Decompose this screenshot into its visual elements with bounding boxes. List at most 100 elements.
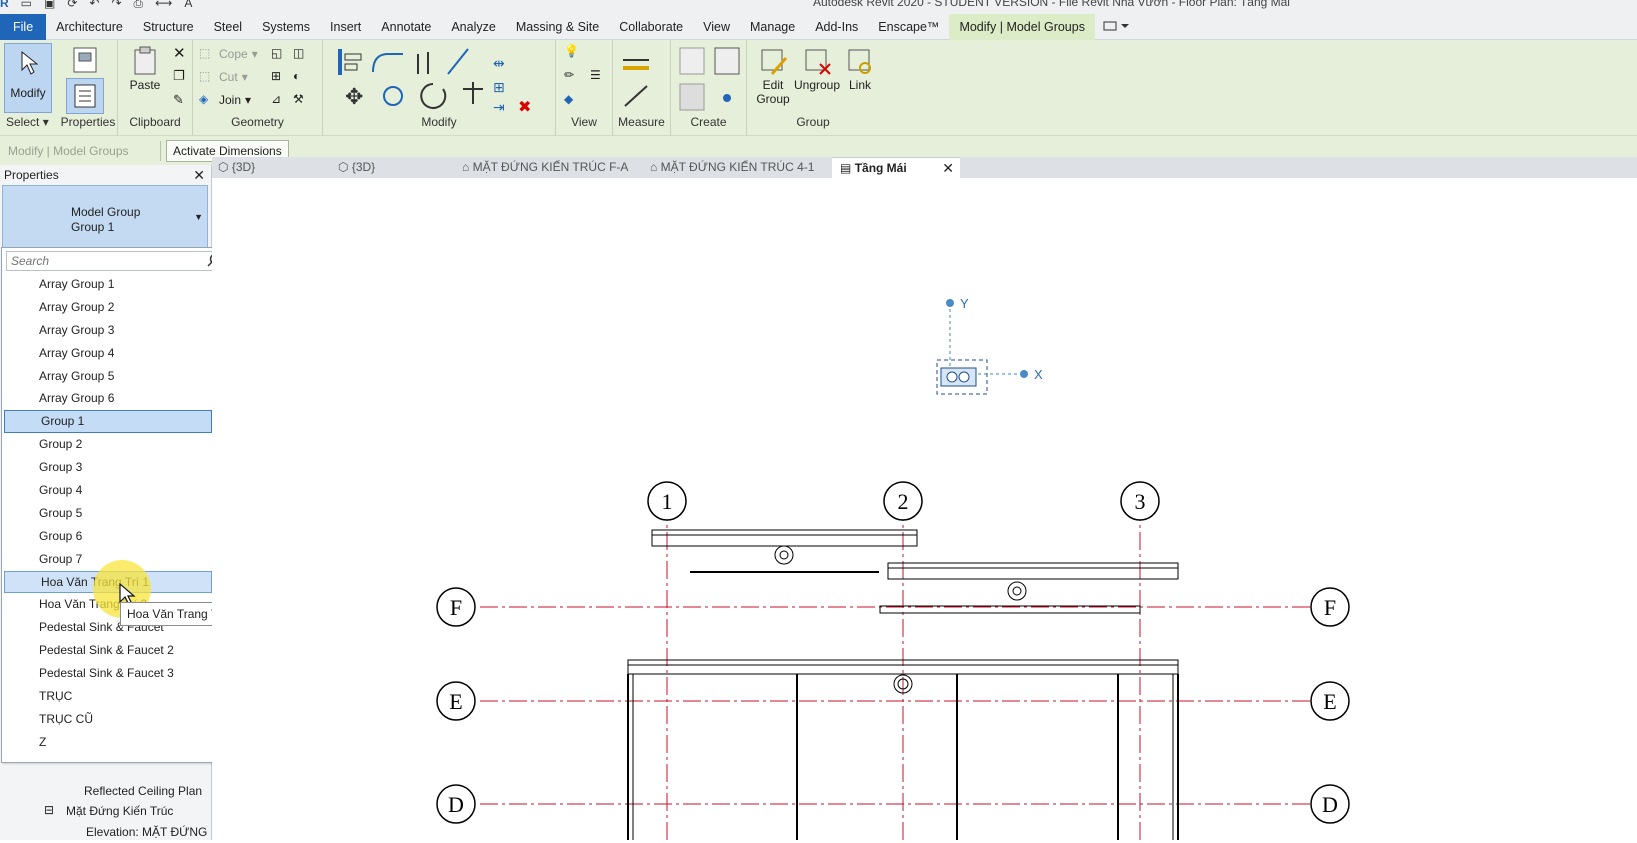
view-tab-3d-1[interactable]: ⬡ {3D} [218, 157, 255, 178]
grid-bubble-e-left[interactable]: E [436, 681, 476, 721]
list-item[interactable]: Array Group 2 [2, 296, 214, 319]
tab-insert[interactable]: Insert [320, 14, 371, 40]
thin-lines-icon[interactable]: ☰ [590, 68, 601, 82]
grid-bubble-f-right[interactable]: F [1310, 587, 1350, 627]
sync-icon[interactable]: ⟳ [67, 0, 77, 11]
drawing-canvas[interactable]: 1 2 3 F F E E D D Y X [212, 178, 1637, 840]
list-item[interactable]: Group 3 [2, 456, 214, 479]
paste-button[interactable]: Paste [122, 46, 168, 92]
undo-icon[interactable]: ↶ [89, 0, 99, 11]
list-item[interactable]: Array Group 4 [2, 342, 214, 365]
text-icon[interactable]: A [184, 0, 192, 11]
view-tab-elevation-41[interactable]: ⌂ MẶT ĐỨNG KIẾN TRÚC 4-1 [650, 157, 814, 178]
split-face-icon[interactable]: ◫ [293, 46, 304, 60]
tab-collaborate[interactable]: Collaborate [609, 14, 693, 40]
wall-opening-icon[interactable]: ⊞ [271, 69, 281, 83]
type-selector[interactable]: Model Group Group 1 ▼ [2, 185, 208, 249]
properties-button[interactable] [66, 78, 104, 114]
view-tab-3d-2[interactable]: ⬡ {3D} [338, 157, 375, 178]
list-item[interactable]: Pedestal Sink & Faucet 3 [2, 662, 214, 685]
tab-architecture[interactable]: Architecture [46, 14, 133, 40]
save-icon[interactable]: ▣ [44, 0, 55, 11]
join-button[interactable]: ◈ Join ▾ [199, 92, 251, 108]
modify-tools-icons[interactable]: ✥ ⇹ ⊞ ⇥ ✖ [333, 44, 533, 119]
tab-structure[interactable]: Structure [133, 14, 204, 40]
search-input[interactable] [6, 251, 226, 271]
modify-panel: ✥ ⇹ ⊞ ⇥ ✖ Modify [323, 40, 556, 135]
linework-icon[interactable]: ◆ [564, 92, 573, 106]
copy-icon[interactable]: ❐ [173, 68, 185, 84]
list-item[interactable]: Group 1 [4, 410, 212, 434]
demolish-icon[interactable]: ⊿ [271, 92, 281, 106]
view-tab-tang-mai[interactable]: ▤ Tầng Mái ✕ [832, 157, 960, 178]
grid-bubble-f-left[interactable]: F [436, 587, 476, 627]
3d-view-icon: ⬡ [218, 160, 229, 174]
ribbon-options-dropdown[interactable] [1095, 14, 1137, 40]
hammer-icon[interactable]: ⚒ [293, 92, 304, 106]
close-icon[interactable]: ✕ [193, 167, 205, 184]
list-item[interactable]: TRỤC CŨ [2, 708, 214, 731]
tab-modify-model-groups[interactable]: Modify | Model Groups [949, 13, 1095, 40]
tree-item-elevation[interactable]: Elevation: MẶT ĐỨNG [86, 825, 207, 839]
window-title: Autodesk Revit 2020 - STUDENT VERSION - … [813, 0, 1290, 9]
list-item[interactable]: Array Group 5 [2, 365, 214, 388]
redo-icon[interactable]: ↷ [111, 0, 121, 11]
list-item[interactable]: Array Group 3 [2, 319, 214, 342]
tab-steel[interactable]: Steel [204, 14, 253, 40]
tree-item-reflected-ceiling[interactable]: Reflected Ceiling Plan [84, 784, 202, 798]
tree-item-mat-dung[interactable]: Mặt Đứng Kiến Trúc [66, 804, 173, 818]
paint-icon[interactable]: ◐ [293, 69, 300, 83]
open-icon[interactable]: ▭ [21, 0, 32, 11]
measure-tools-icon[interactable] [619, 46, 665, 116]
tab-annotate[interactable]: Annotate [371, 14, 441, 40]
edit-group-button[interactable]: Edit Group [750, 46, 796, 106]
tab-add-ins[interactable]: Add-Ins [805, 14, 868, 40]
grid-bubble-d-left[interactable]: D [436, 784, 476, 824]
modify-button[interactable]: Modify [4, 43, 52, 113]
type-name-label: Group 1 [71, 220, 115, 234]
tab-systems[interactable]: Systems [252, 14, 320, 40]
type-properties-icon[interactable] [70, 45, 100, 75]
revit-logo-icon[interactable]: R [0, 0, 9, 11]
ungroup-button[interactable]: Ungroup [792, 46, 842, 92]
cope-button[interactable]: ⬚ Cope ▾ [199, 46, 258, 62]
properties-panel-label: Properties [60, 115, 116, 129]
list-item[interactable]: Group 4 [2, 479, 214, 502]
view-tab-elevation-fa[interactable]: ⌂ MẶT ĐỨNG KIẾN TRÚC F-A [462, 157, 628, 178]
list-item[interactable]: Array Group 1 [2, 273, 214, 296]
print-icon[interactable]: ⎙ [134, 0, 144, 11]
grid-bubble-d-right[interactable]: D [1310, 784, 1350, 824]
create-tools-icon[interactable] [675, 44, 745, 114]
tab-analyze[interactable]: Analyze [441, 14, 505, 40]
override-graphics-icon[interactable]: ✏ [564, 68, 574, 82]
chevron-down-icon[interactable]: ▼ [194, 212, 203, 222]
cut-geometry-button[interactable]: ⬚ Cut ▾ [199, 69, 248, 85]
list-item[interactable]: Group 6 [2, 525, 214, 548]
wall-joins-icon[interactable]: ◱ [271, 46, 282, 60]
list-item[interactable]: Group 5 [2, 502, 214, 525]
link-button[interactable]: Link [837, 46, 883, 92]
grid-bubble-2[interactable]: 2 [883, 481, 923, 521]
tree-expand-icon[interactable]: ⊟ [44, 803, 54, 817]
list-item[interactable]: TRỤC [2, 685, 214, 708]
tab-view[interactable]: View [693, 14, 740, 40]
list-item[interactable]: Array Group 6 [2, 387, 214, 410]
close-tab-icon[interactable]: ✕ [942, 158, 954, 179]
group-origin-widget[interactable]: Y X [936, 296, 1043, 395]
quick-access-toolbar[interactable]: R ▭ ▣ ⟳ ↶ ↷ ⎙ ⟷ A [0, 0, 192, 11]
grid-bubble-1[interactable]: 1 [647, 481, 687, 521]
grid-bubble-e-right[interactable]: E [1310, 681, 1350, 721]
cut-scissors-icon[interactable]: ✕ [173, 44, 186, 62]
tab-massing-site[interactable]: Massing & Site [506, 14, 609, 40]
tab-manage[interactable]: Manage [740, 14, 805, 40]
list-item[interactable]: Pedestal Sink & Faucet 2 [2, 639, 214, 662]
hide-element-icon[interactable]: 💡 [564, 44, 579, 58]
match-type-icon[interactable]: ✎ [173, 92, 184, 108]
tab-enscape[interactable]: Enscape™ [868, 14, 949, 40]
list-item[interactable]: Z [2, 731, 214, 754]
measure-icon[interactable]: ⟷ [155, 0, 172, 11]
floor-plan-drawing[interactable]: 1 2 3 F F E E D D Y X [212, 178, 1637, 840]
list-item[interactable]: Group 2 [2, 433, 214, 456]
tab-file[interactable]: File [0, 13, 47, 40]
grid-bubble-3[interactable]: 3 [1120, 481, 1160, 521]
